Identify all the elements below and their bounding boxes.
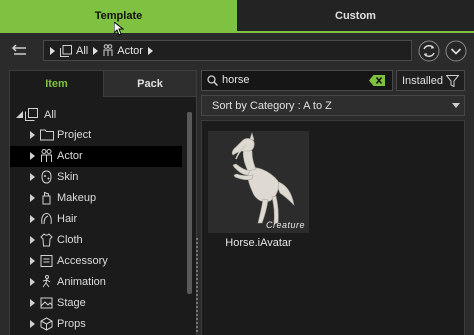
expand-arrow-icon[interactable] [30, 131, 35, 139]
expand-arrow-icon[interactable] [30, 236, 35, 244]
tree-item-stage[interactable]: Stage [10, 293, 182, 314]
expand-arrow-icon[interactable] [30, 320, 35, 328]
animation-icon [40, 275, 53, 289]
breadcrumb-separator-icon[interactable] [147, 46, 153, 55]
tree-item-label: Hair [57, 213, 78, 225]
clear-search-icon[interactable] [369, 75, 385, 86]
breadcrumb-item-all[interactable]: All [60, 44, 89, 57]
cloth-icon [40, 233, 53, 247]
tree-scrollbar[interactable] [187, 112, 192, 294]
installed-label: Installed [402, 74, 443, 87]
panel-splitter[interactable] [195, 238, 200, 335]
result-item-label: Horse.iAvatar [225, 237, 292, 249]
actor-icon [103, 44, 113, 56]
sort-selected-value: Sort by Category : A to Z [212, 99, 332, 112]
search-icon [207, 75, 218, 86]
tree-item-all[interactable]: All [10, 105, 182, 126]
category-panel: Item Pack All Project Actor Skin Makeup … [9, 70, 197, 335]
breadcrumb-separator-icon[interactable] [93, 46, 99, 55]
tree-item-project[interactable]: Project [10, 125, 182, 146]
expand-arrow-icon[interactable] [30, 152, 35, 160]
back-button[interactable] [8, 41, 32, 61]
results-grid: Creature Horse.iAvatar [201, 120, 465, 335]
tree-item-label: Skin [57, 171, 79, 183]
tree-item-cloth[interactable]: Cloth [10, 230, 182, 251]
tree-item-makeup[interactable]: Makeup [10, 188, 182, 209]
tree-item-animation[interactable]: Animation [10, 272, 182, 293]
options-menu-button[interactable] [445, 40, 467, 62]
expand-arrow-icon[interactable] [30, 257, 35, 265]
tree-item-label: Actor [57, 150, 83, 162]
breadcrumb-item-actor[interactable]: Actor [103, 44, 143, 57]
horse-thumbnail-icon [208, 131, 309, 233]
chevron-down-icon [445, 40, 467, 62]
search-input[interactable]: horse [222, 74, 250, 86]
expand-arrow-icon[interactable] [30, 215, 35, 223]
folder-icon [40, 128, 54, 141]
expand-arrow-icon[interactable] [30, 194, 35, 202]
expand-arrow-icon[interactable] [30, 278, 35, 286]
tab-pack[interactable]: Pack [103, 71, 196, 97]
thumbnail-tag: Creature [266, 220, 306, 230]
result-item[interactable]: Creature Horse.iAvatar [202, 121, 315, 256]
tab-custom[interactable]: Custom [237, 0, 474, 31]
props-icon [40, 317, 53, 331]
actor-icon [40, 149, 53, 163]
collapse-arrow-icon[interactable] [16, 111, 23, 118]
accessory-icon [40, 254, 53, 268]
tree-item-actor[interactable]: Actor [10, 146, 182, 167]
tree-item-label: All [44, 109, 57, 121]
installed-filter-button[interactable]: Installed [396, 70, 465, 91]
all-items-icon [60, 44, 72, 57]
hair-icon [40, 212, 53, 226]
refresh-button[interactable] [418, 40, 440, 62]
sort-dropdown[interactable]: Sort by Category : A to Z [201, 95, 465, 116]
tree-item-label: Cloth [57, 234, 83, 246]
breadcrumb-label: All [76, 44, 89, 57]
tree-item-label: Makeup [57, 192, 97, 204]
skin-icon [40, 170, 53, 184]
tree-item-label: Animation [57, 276, 106, 288]
tree-item-label: Stage [57, 297, 86, 309]
dropdown-caret-icon [452, 103, 460, 108]
back-arrow-icon [11, 44, 26, 55]
breadcrumb-expand-icon[interactable] [50, 46, 55, 55]
tree-item-accessory[interactable]: Accessory [10, 251, 182, 272]
tree-item-skin[interactable]: Skin [10, 167, 182, 188]
tab-item[interactable]: Item [10, 71, 103, 97]
tree-item-label: Props [57, 318, 86, 330]
breadcrumb: All Actor [43, 40, 412, 61]
refresh-icon [418, 40, 440, 62]
stage-icon [40, 296, 53, 310]
tree-item-label: Accessory [57, 255, 108, 267]
expand-arrow-icon[interactable] [30, 173, 35, 181]
makeup-icon [40, 191, 53, 205]
tree-item-props[interactable]: Props [10, 314, 182, 335]
search-field[interactable]: horse [201, 70, 393, 91]
filter-funnel-icon [446, 75, 459, 87]
all-items-icon [25, 108, 38, 121]
mouse-cursor-icon [114, 22, 124, 37]
tab-underline [0, 31, 474, 33]
horse-thumbnail[interactable]: Creature [208, 131, 309, 233]
tree-item-hair[interactable]: Hair [10, 209, 182, 230]
breadcrumb-label: Actor [117, 44, 143, 57]
expand-arrow-icon[interactable] [30, 299, 35, 307]
tree-item-label: Project [57, 129, 92, 141]
